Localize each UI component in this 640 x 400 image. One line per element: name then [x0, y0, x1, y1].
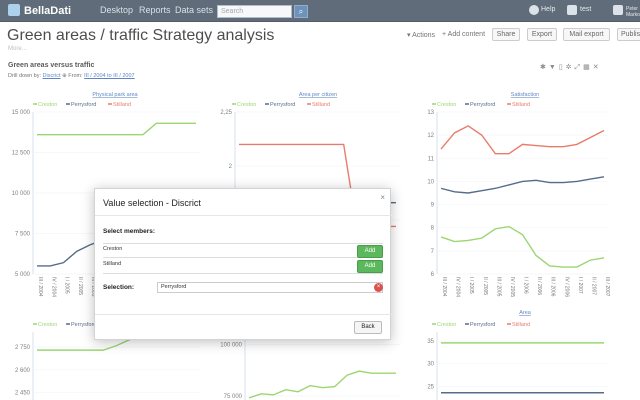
member-row: Stilland Add: [103, 259, 383, 274]
divider: [95, 314, 392, 315]
remove-selection-icon[interactable]: ×: [374, 283, 383, 292]
member-name: Creston: [103, 246, 123, 252]
dialog-title: Value selection - Discrict: [103, 198, 201, 208]
select-members-label: Select members:: [103, 228, 156, 235]
selection-label: Selection:: [103, 284, 135, 291]
selection-field[interactable]: Perrysford: [157, 282, 383, 293]
dialog-close-icon[interactable]: ×: [380, 193, 385, 202]
add-stilland-button[interactable]: Add: [357, 260, 383, 273]
add-creston-button[interactable]: Add: [357, 245, 383, 258]
divider: [95, 215, 392, 216]
value-selection-dialog: Value selection - Discrict × Select memb…: [94, 188, 392, 340]
member-name: Stilland: [103, 261, 122, 267]
member-row: Creston Add: [103, 243, 383, 258]
back-button[interactable]: Back: [354, 321, 382, 334]
